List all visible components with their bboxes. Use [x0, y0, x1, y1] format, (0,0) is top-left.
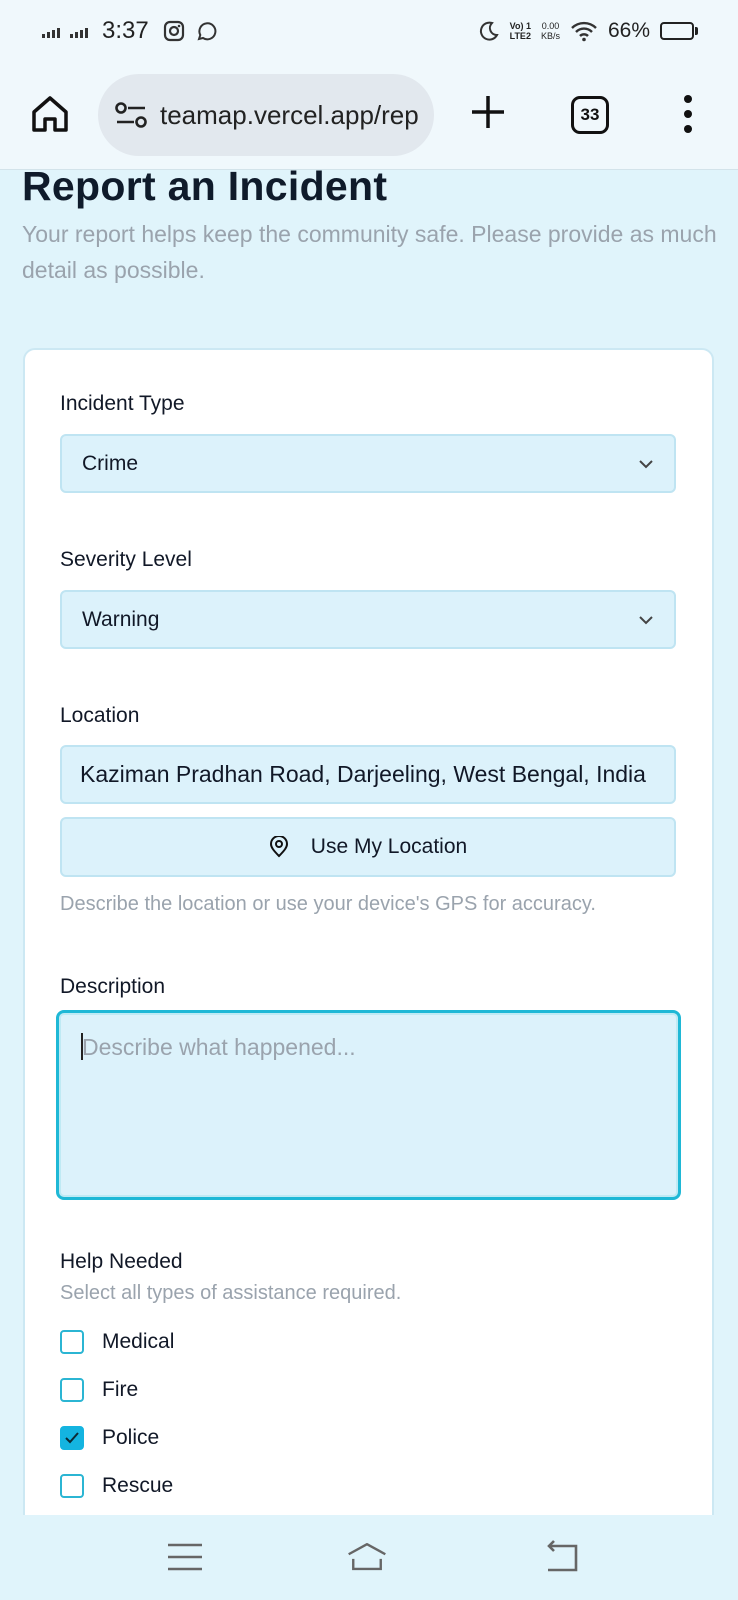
chevron-down-icon	[639, 459, 653, 468]
description-textarea[interactable]: Describe what happened...	[56, 1010, 681, 1200]
fire-checkbox[interactable]	[60, 1378, 84, 1402]
page-title: Report an Incident	[22, 163, 388, 209]
description-label: Description	[60, 975, 166, 998]
incident-type-label: Incident Type	[60, 392, 185, 415]
data-rate-value: 0.00	[541, 21, 560, 31]
home-icon[interactable]	[28, 92, 72, 136]
help-option-rescue[interactable]: Rescue	[60, 1472, 173, 1500]
battery-percent: 66%	[607, 19, 650, 42]
severity-level-value: Warning	[82, 607, 160, 631]
help-needed-hint: Select all types of assistance required.	[60, 1282, 402, 1304]
location-input[interactable]: Kaziman Pradhan Road, Darjeeling, West B…	[60, 745, 676, 804]
rescue-checkbox[interactable]	[60, 1474, 84, 1498]
help-option-label: Police	[102, 1426, 160, 1449]
use-my-location-button[interactable]: Use My Location	[60, 817, 676, 877]
severity-level-select[interactable]: Warning	[60, 590, 676, 649]
status-bar: 3:37 Vo) 1 LTE2 0.00 KB/s 66%	[0, 0, 738, 62]
incident-type-select[interactable]: Crime	[60, 434, 676, 493]
map-pin-icon	[269, 836, 288, 858]
signal-sim1-icon	[42, 24, 60, 38]
data-rate: 0.00 KB/s	[541, 21, 560, 41]
url-text[interactable]: teamap.vercel.app/rep	[160, 100, 419, 131]
status-left: 3:37	[42, 17, 217, 45]
wifi-icon	[571, 21, 597, 42]
data-rate-unit: KB/s	[540, 31, 560, 41]
tab-switcher-button[interactable]: 33	[571, 96, 609, 134]
page-subtitle: Your report helps keep the community saf…	[22, 221, 717, 283]
police-checkbox[interactable]	[60, 1426, 84, 1450]
help-option-label: Medical	[102, 1330, 175, 1353]
more-menu-icon[interactable]	[676, 92, 700, 136]
medical-checkbox[interactable]	[60, 1330, 84, 1354]
location-hint: Describe the location or use your device…	[60, 893, 596, 915]
battery-icon	[660, 22, 698, 40]
help-option-medical[interactable]: Medical	[60, 1328, 174, 1356]
status-right: Vo) 1 LTE2 0.00 KB/s 66%	[478, 19, 698, 43]
network-label-top: Vo) 1	[509, 21, 531, 31]
chevron-down-icon	[639, 615, 653, 624]
network-label-bottom: LTE2	[509, 31, 531, 41]
help-option-fire[interactable]: Fire	[60, 1376, 138, 1404]
network-type: Vo) 1 LTE2	[510, 21, 531, 41]
site-settings-icon[interactable]	[114, 100, 148, 130]
back-nav-icon[interactable]	[540, 1537, 584, 1577]
do-not-disturb-moon-icon	[479, 21, 499, 41]
new-tab-plus-icon[interactable]	[466, 90, 510, 134]
description-placeholder: Describe what happened...	[82, 1034, 356, 1060]
help-needed-label: Help Needed	[60, 1250, 183, 1273]
recent-apps-menu-icon[interactable]	[163, 1537, 207, 1577]
use-my-location-label: Use My Location	[310, 835, 468, 858]
address-bar[interactable]: teamap.vercel.app/rep	[98, 74, 434, 156]
severity-level-label: Severity Level	[60, 548, 192, 571]
help-option-police[interactable]: Police	[60, 1424, 159, 1452]
browser-toolbar: teamap.vercel.app/rep 33	[0, 62, 738, 170]
location-label: Location	[60, 704, 140, 727]
checkmark-icon	[65, 1432, 79, 1444]
instagram-icon	[163, 20, 184, 42]
help-option-label: Rescue	[102, 1474, 174, 1497]
status-time: 3:37	[102, 17, 149, 44]
system-navigation-bar	[0, 1515, 738, 1600]
home-nav-icon[interactable]	[345, 1537, 389, 1577]
whatsapp-icon	[197, 22, 217, 41]
incident-type-value: Crime	[82, 451, 138, 475]
help-option-label: Fire	[102, 1378, 139, 1401]
signal-sim2-icon	[70, 24, 88, 38]
